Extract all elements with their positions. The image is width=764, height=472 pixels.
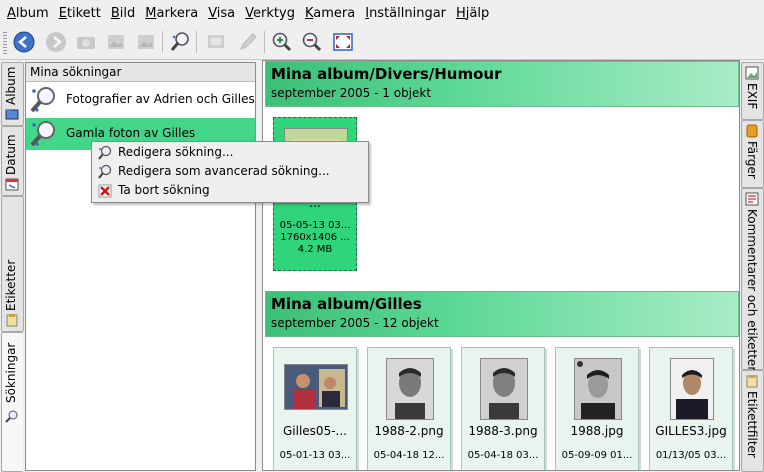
image-icon[interactable] <box>104 30 128 54</box>
tab-album-label: Album <box>4 66 18 105</box>
thumbnail-date: 05-04-18 03... <box>467 450 539 461</box>
tab-exif[interactable]: EXIF <box>741 62 764 120</box>
thumbnail[interactable]: 1988-2.png 05-04-18 12... <box>367 347 451 470</box>
group-header: Mina album/Gilles september 2005 - 12 ob… <box>265 291 739 337</box>
tab-exif-label: EXIF <box>745 83 759 110</box>
delete-icon <box>98 184 112 198</box>
tab-farger-label: Färger <box>745 141 759 179</box>
thumbnail-date: 01/13/05 03... <box>655 450 727 461</box>
search-icon <box>30 121 55 147</box>
tab-kommentarer[interactable]: Kommentarer och etiketter <box>741 188 764 372</box>
tab-etiketter[interactable]: Etiketter <box>1 196 24 332</box>
zoom-out-icon[interactable] <box>300 30 324 54</box>
tag-icon <box>6 314 18 327</box>
tab-kommentarer-label: Kommentarer och etiketter <box>745 209 759 372</box>
group-header: Mina album/Divers/Humour september 2005 … <box>265 61 739 107</box>
menu-item-label: Ta bort sökning <box>118 183 210 197</box>
slideshow-icon[interactable] <box>204 30 228 54</box>
toolbar-grip[interactable] <box>3 32 7 54</box>
group-subtitle: september 2005 - 12 objekt <box>271 316 439 330</box>
thumbnail-date: 05-04-18 12... <box>373 450 445 461</box>
thumbnail-date: 05-01-13 03... <box>279 450 351 461</box>
thumbnail[interactable]: 1988-3.png 05-04-18 03... <box>461 347 545 470</box>
colors-icon <box>746 124 758 138</box>
searches-header: Mina sökningar <box>26 63 255 82</box>
menu-item-label: Redigera sökning... <box>118 145 234 159</box>
splitter[interactable] <box>256 60 261 472</box>
album-icon-view[interactable]: Mina album/Divers/Humour september 2005 … <box>262 60 740 471</box>
tab-etikettfilter[interactable]: Etikettfilter <box>741 370 764 472</box>
menu-hjalp[interactable]: Hjälp <box>456 6 489 21</box>
fullscreen-icon[interactable] <box>331 30 355 54</box>
zoom-in-icon[interactable] <box>270 30 294 54</box>
thumbnail-image <box>480 358 528 420</box>
thumbnail-name: Gilles05-... <box>283 424 347 438</box>
menu-kamera[interactable]: Kamera <box>305 6 355 21</box>
thumbnail[interactable]: Gilles05-... 05-01-13 03... <box>273 347 357 470</box>
edit-icon[interactable] <box>236 30 260 54</box>
thumbnail-date: 05-05-13 03... <box>279 220 351 231</box>
search-item-label: Gamla foton av Gilles <box>66 126 196 140</box>
camera-icon[interactable] <box>74 30 98 54</box>
back-icon[interactable] <box>12 30 36 54</box>
tab-datum-label: Datum <box>4 134 18 175</box>
forward-icon[interactable] <box>44 30 68 54</box>
toolbar <box>0 27 764 60</box>
thumbnail-name: 1988-2.png <box>374 424 444 438</box>
tab-etiketter-label: Etiketter <box>4 259 18 311</box>
thumbnail-name: 1988.jpg <box>570 424 624 438</box>
context-menu: Redigera sökning... Redigera som avancer… <box>91 141 369 203</box>
menu-item-delete-search[interactable]: Ta bort sökning <box>94 182 366 200</box>
group-subtitle: september 2005 - 1 objekt <box>271 86 432 100</box>
calendar-icon <box>5 178 19 191</box>
menu-etikett[interactable]: Etikett <box>59 6 101 21</box>
tag-icon <box>746 375 758 388</box>
tab-farger[interactable]: Färger <box>741 120 764 188</box>
searches-panel: Mina sökningar Fotografier av Adrien och… <box>25 62 256 471</box>
menu-bild[interactable]: Bild <box>111 6 135 21</box>
tab-datum[interactable]: Datum <box>1 126 24 196</box>
image-icon[interactable] <box>134 30 158 54</box>
search-icon <box>98 164 112 179</box>
search-icon <box>5 410 18 423</box>
search-icon <box>98 145 112 160</box>
folder-icon <box>5 109 19 120</box>
tab-etikettfilter-label: Etikettfilter <box>745 391 759 458</box>
thumbnail[interactable]: GILLES3.jpg 01/13/05 03... <box>649 347 733 470</box>
search-item[interactable]: Fotografier av Adrien och Gilles <box>26 84 255 116</box>
thumbnail-date: 05-09-09 01... <box>561 450 633 461</box>
tab-album[interactable]: Album <box>1 62 24 126</box>
comment-icon <box>745 192 759 206</box>
right-sidebar-tabs: EXIF Färger Kommentarer och etiketter Et… <box>740 60 764 472</box>
thumbnail-name: GILLES3.jpg <box>655 424 727 438</box>
thumbnail-image <box>574 358 622 420</box>
image-info-icon <box>745 66 759 80</box>
menu-item-label: Redigera som avancerad sökning... <box>118 164 330 178</box>
menubar: Album Etikett Bild Markera Visa Verktyg … <box>0 0 764 26</box>
search-item-label: Fotografier av Adrien och Gilles <box>66 92 255 106</box>
thumbnail-name: 1988-3.png <box>468 424 538 438</box>
thumbnail-size: 4.2 MB <box>297 244 333 255</box>
tab-sokningar-label: Sökningar <box>4 342 18 403</box>
group-title: Mina album/Gilles <box>271 295 422 313</box>
search-icon <box>30 87 55 113</box>
menu-album[interactable]: Album <box>7 6 49 21</box>
menu-item-edit-search[interactable]: Redigera sökning... <box>94 144 366 162</box>
search-icon[interactable] <box>168 30 192 54</box>
menu-verktyg[interactable]: Verktyg <box>245 6 295 21</box>
thumbnail-dimensions: 1760x1406 ... <box>280 232 350 243</box>
thumbnail[interactable]: 1988.jpg 05-09-09 01... <box>555 347 639 470</box>
left-sidebar-tabs: Album Datum Etiketter Sökningar <box>0 60 24 472</box>
thumbnail-image <box>670 358 714 420</box>
thumbnail-image <box>284 364 348 410</box>
menu-installningar[interactable]: Inställningar <box>365 6 446 21</box>
menu-markera[interactable]: Markera <box>145 6 198 21</box>
menu-visa[interactable]: Visa <box>208 6 235 21</box>
menu-item-edit-advanced-search[interactable]: Redigera som avancerad sökning... <box>94 163 366 181</box>
tab-sokningar[interactable]: Sökningar <box>1 332 23 472</box>
group-title: Mina album/Divers/Humour <box>271 65 502 83</box>
thumbnail-image <box>386 358 434 420</box>
